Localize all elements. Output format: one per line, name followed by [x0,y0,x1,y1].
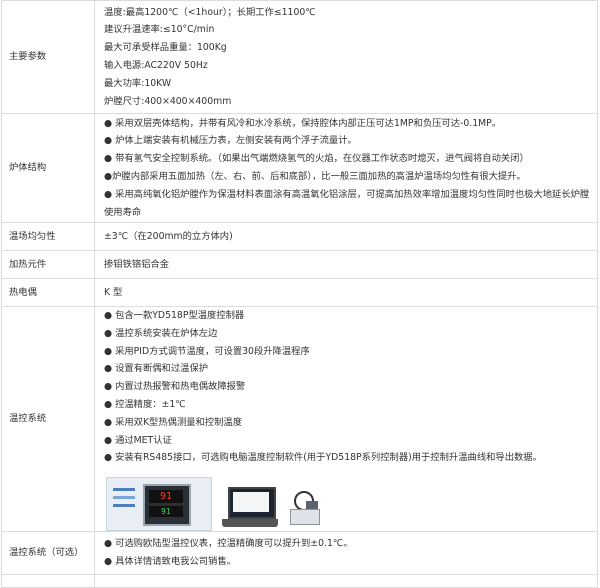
list-item: ● 内置过热报警和热电偶故障报警 [104,381,246,393]
list-item: 建议升温速率:≤10°C/min [104,24,215,36]
row-value: 掺钼铁铬铝合金 [94,250,598,279]
list-item: ● 带有氢气安全控制系统。（如果出气端燃烧氢气的火焰，在仪器工作状态时熄灭，进气… [104,153,529,165]
row-label: 炉体结构 [1,113,95,223]
label-stripe [113,488,135,492]
table-row [1,574,598,588]
row-label: 主要参数 [1,0,95,114]
list-item: ● 采用PID方式调节温度，可设置30段升降温程序 [104,345,310,357]
laptop-screen [228,487,276,520]
row-value: K 型 [94,278,598,307]
row-label: 温场均匀性 [1,222,95,251]
row-value [94,574,598,588]
table-row: 温控系统 ● 包含一款YD518P型温度控制器 ● 温控系统安装在炉体左边 ● … [1,305,598,533]
list-item: 炉膛尺寸:400×400×400mm [104,95,232,107]
list-item: 输入电源:AC220V 50Hz [104,60,208,71]
temperature-controller-image: 91 91 [106,477,212,531]
table-row: 加热元件 掺钼铁铬铝合金 [1,250,598,279]
software-window [233,492,269,513]
list-item: ● 可选购欧陆型温控仪表，控温精确度可以提升到±0.1℃。 [104,538,353,550]
spec-table: 主要参数 温度:最高1200℃（<1hour）；长期工作≤1100℃ 建议升温速… [1,0,598,588]
list-item: ● 通过MET认证 [104,434,172,446]
list-item: ● 温控系统安装在炉体左边 [104,327,218,339]
list-item: ● 包含一款YD518P型温度控制器 [104,310,245,321]
list-item: ● 采用双层壳体结构，并带有风冷和水冷系统，保持腔体内部正压可达1MP和负压可达… [104,117,502,129]
list-item: ● 具体详情请致电我公司销售。 [104,556,236,568]
list-item: ● 控温精度：±1℃ [104,398,186,410]
table-row: 炉体结构 ● 采用双层壳体结构，并带有风冷和水冷系统，保持腔体内部正压可达1MP… [1,113,598,223]
table-row: 温场均匀性 ±3℃（在200mm的立方体内) [1,222,598,251]
label-stripe [113,504,135,508]
label-stripe [113,496,135,500]
table-row: 温控系统（可选） ● 可选购欧陆型温控仪表，控温精确度可以提升到±0.1℃。 ●… [1,531,598,576]
product-images: 91 91 [104,473,597,531]
row-value: ±3℃（在200mm的立方体内) [94,222,598,251]
row-value: ● 包含一款YD518P型温度控制器 ● 温控系统安装在炉体左边 ● 采用PID… [94,305,598,533]
laptop-base [222,519,278,528]
row-label: 温控系统（可选） [1,531,95,576]
list-item: ● 采用高纯氧化铝炉膛作为保温材料表面涂有高温氧化铝涂层，可提高加热效率增加温度… [104,188,590,218]
list-item: ● 安装有RS485接口，可选购电脑温度控制软件(用于YD518P系列控制器)用… [104,452,542,464]
row-label: 加热元件 [1,250,95,279]
row-value: 温度:最高1200℃（<1hour）；长期工作≤1100℃ 建议升温速率:≤10… [94,0,598,114]
rs485-converter-image [288,487,322,530]
sv-display: 91 [149,506,183,518]
row-label: 热电偶 [1,278,95,307]
list-item: 最大功率:10KW [104,77,172,89]
controller-panel: 91 91 [143,484,191,527]
list-item: 温度:最高1200℃（<1hour）；长期工作≤1100℃ [104,6,316,18]
table-row: 主要参数 温度:最高1200℃（<1hour）；长期工作≤1100℃ 建议升温速… [1,0,598,114]
list-item: ● 设置有断偶和过温保护 [104,363,209,375]
row-label: 温控系统 [1,305,95,533]
list-item: ● 炉体上端安装有机械压力表，左侧安装有两个浮子流量计。 [104,135,357,147]
converter-box [290,509,320,526]
row-label [1,574,95,588]
row-value: ● 采用双层壳体结构，并带有风冷和水冷系统，保持腔体内部正压可达1MP和负压可达… [94,113,598,223]
row-value: ● 可选购欧陆型温控仪表，控温精确度可以提升到±0.1℃。 ● 具体详情请致电我… [94,531,598,576]
list-item: 最大可承受样品重量：100Kg [104,42,227,54]
laptop-software-image [222,485,278,530]
list-item: ●炉膛内部采用五面加热（左、右、前、后和底部），比一般三面加热的高温炉温场均匀性… [104,171,526,182]
pv-display: 91 [149,490,183,504]
list-item: ● 采用双K型热偶测量和控制温度 [104,416,243,428]
table-row: 热电偶 K 型 [1,278,598,307]
